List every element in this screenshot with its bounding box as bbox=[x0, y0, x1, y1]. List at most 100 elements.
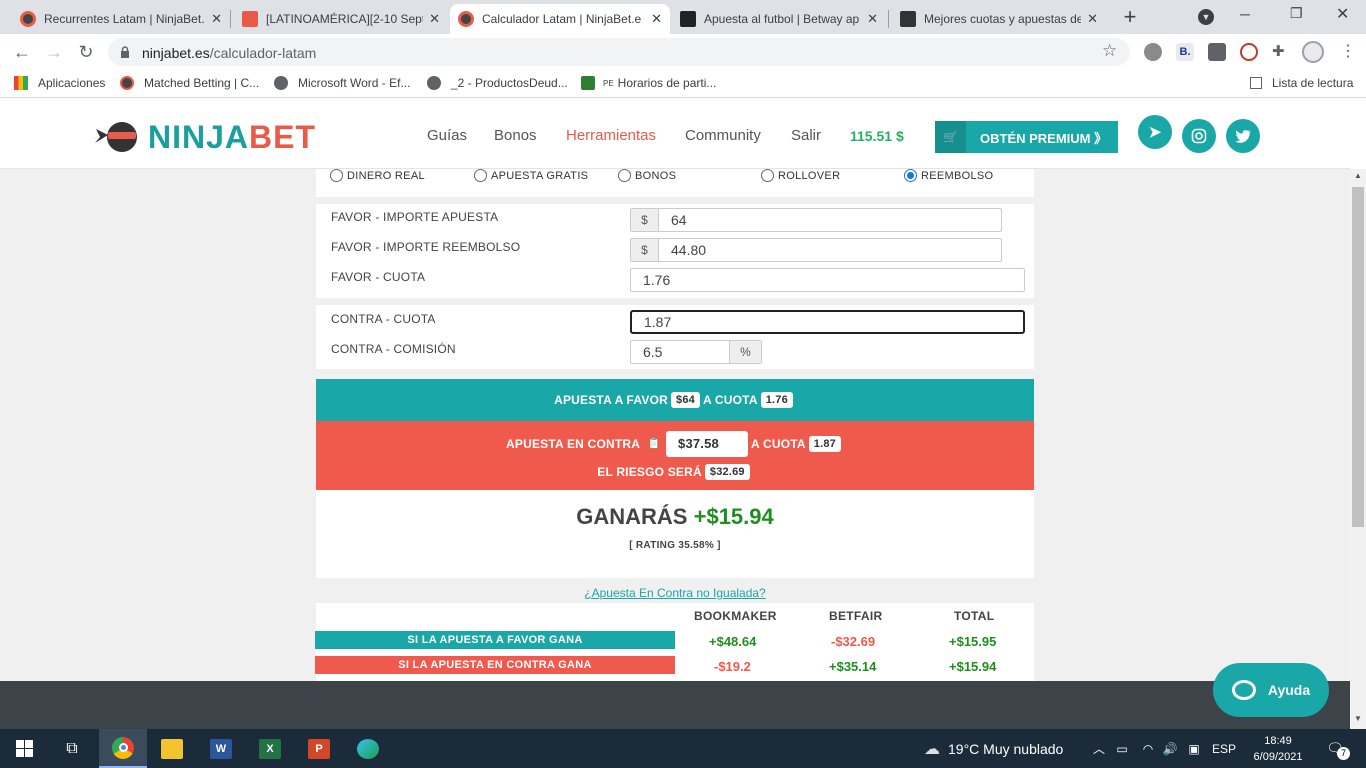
logo-bet: BET bbox=[249, 118, 317, 155]
reload-icon[interactable]: ↻ bbox=[74, 40, 98, 64]
taskbar-edge[interactable] bbox=[344, 729, 392, 768]
taskbar-explorer[interactable] bbox=[148, 729, 196, 768]
unmatched-bet-link[interactable]: ¿Apuesta En Contra no Igualada? bbox=[316, 586, 1034, 600]
mode-apuesta-gratis[interactable]: APUESTA GRATIS bbox=[474, 169, 588, 182]
back-arrow-icon[interactable]: ← bbox=[10, 40, 34, 64]
browser-tab-calculador[interactable]: Calculador Latam | NinjaBet.e ✕ bbox=[450, 4, 670, 34]
browser-tab-betway[interactable]: Apuesta al futbol | Betway ap ✕ bbox=[672, 4, 886, 34]
radio-button-selected[interactable] bbox=[904, 169, 917, 182]
reading-list-button[interactable]: Lista de lectura bbox=[1250, 76, 1353, 90]
mode-reembolso[interactable]: REEMBOLSO bbox=[904, 169, 993, 182]
taskbar-excel[interactable]: X bbox=[246, 729, 294, 768]
task-view-icon[interactable]: ⧉ bbox=[52, 729, 92, 768]
bookmark-apps[interactable]: Aplicaciones bbox=[14, 76, 105, 90]
language-indicator[interactable]: ESP bbox=[1210, 729, 1238, 768]
mode-dinero-real[interactable]: DINERO REAL bbox=[330, 169, 425, 182]
wifi-icon[interactable]: ◠ bbox=[1138, 729, 1158, 768]
radio-button[interactable] bbox=[474, 169, 487, 182]
taskbar-chrome[interactable] bbox=[99, 729, 147, 768]
instagram-icon[interactable] bbox=[1182, 119, 1216, 153]
scroll-up-icon[interactable]: ▲ bbox=[1354, 171, 1362, 180]
mode-rollover[interactable]: ROLLOVER bbox=[761, 169, 840, 182]
volume-icon[interactable]: 🔊 bbox=[1160, 729, 1180, 768]
display-icon[interactable]: ▣ bbox=[1184, 729, 1204, 768]
ninjabet-logo[interactable]: NINJABET bbox=[94, 117, 316, 157]
globe-icon bbox=[427, 76, 441, 90]
show-hidden-icons-icon[interactable]: ︿ bbox=[1090, 729, 1108, 768]
notifications-icon[interactable]: 🗨 7 bbox=[1320, 729, 1350, 768]
address-bar[interactable]: ninjabet.es/calculador-latam ☆ bbox=[108, 38, 1130, 66]
forward-arrow-icon[interactable]: → bbox=[42, 40, 66, 64]
contra-odds-label: CONTRA - CUOTA bbox=[331, 312, 436, 326]
nav-community[interactable]: Community bbox=[685, 127, 761, 144]
twitter-icon[interactable] bbox=[1226, 119, 1260, 153]
battery-icon[interactable]: ▭ bbox=[1112, 729, 1132, 768]
reading-list-icon bbox=[1250, 77, 1262, 89]
url-text: ninjabet.es/calculador-latam bbox=[142, 45, 316, 61]
extension-icon[interactable] bbox=[1208, 43, 1226, 61]
taskbar-word[interactable]: W bbox=[197, 729, 245, 768]
nav-bonos[interactable]: Bonos bbox=[494, 127, 537, 144]
minimize-window-icon[interactable]: ─ bbox=[1240, 6, 1250, 22]
nav-salir[interactable]: Salir bbox=[791, 127, 821, 144]
favor-stake-input[interactable]: $ 64 bbox=[630, 208, 1002, 232]
booking-extension-icon[interactable]: B. bbox=[1176, 43, 1194, 61]
get-premium-button[interactable]: 🛒 OBTÉN PREMIUM 》 bbox=[935, 121, 1118, 153]
nav-guias[interactable]: Guías bbox=[427, 127, 467, 144]
radio-button[interactable] bbox=[330, 169, 343, 182]
radio-button[interactable] bbox=[618, 169, 631, 182]
bookmark-word[interactable]: Microsoft Word - Ef... bbox=[274, 76, 410, 90]
calendar-favicon-icon bbox=[242, 11, 258, 27]
close-tab-icon[interactable]: ✕ bbox=[1087, 11, 1098, 27]
close-tab-icon[interactable]: ✕ bbox=[211, 11, 222, 27]
browser-tab-latinoamerica[interactable]: [LATINOAMÉRICA][2-10 Sept ✕ bbox=[234, 4, 448, 34]
bookmark-star-icon[interactable]: ☆ bbox=[1102, 41, 1117, 61]
radio-button[interactable] bbox=[761, 169, 774, 182]
taskbar-powerpoint[interactable]: P bbox=[295, 729, 343, 768]
help-chat-button[interactable]: Ayuda bbox=[1213, 663, 1329, 717]
windows-start-icon[interactable] bbox=[0, 729, 48, 768]
field-value: 1.76 bbox=[643, 272, 671, 288]
chrome-menu-icon[interactable]: ⋮ bbox=[1340, 41, 1356, 61]
row-contra-label: SI LA APUESTA EN CONTRA GANA bbox=[315, 656, 675, 674]
favor-refund-label: FAVOR - IMPORTE REEMBOLSO bbox=[331, 240, 521, 254]
chat-bubble-icon bbox=[1231, 680, 1256, 700]
scroll-down-icon[interactable]: ▼ bbox=[1354, 714, 1362, 723]
telegram-icon[interactable]: ➤ bbox=[1138, 115, 1172, 149]
tab-search-icon[interactable]: ▼ bbox=[1198, 9, 1214, 25]
favor-refund-input[interactable]: $ 44.80 bbox=[630, 238, 1002, 262]
contra-bet-amount[interactable]: $37.58 bbox=[666, 430, 749, 457]
mode-bonos[interactable]: BONOS bbox=[618, 169, 676, 182]
weather-text: 19°C Muy nublado bbox=[948, 740, 1064, 757]
profile-avatar-icon[interactable] bbox=[1302, 41, 1324, 63]
close-window-icon[interactable]: ✕ bbox=[1336, 4, 1349, 24]
contra-panel: CONTRA - CUOTA 1.87 CONTRA - COMISIÓN 6.… bbox=[316, 305, 1034, 369]
page-scrollbar[interactable]: ▲ ▼ bbox=[1350, 169, 1366, 729]
favor-odds-input[interactable]: 1.76 bbox=[630, 268, 1025, 292]
close-tab-icon[interactable]: ✕ bbox=[651, 11, 662, 27]
bookmark-matched-betting[interactable]: Matched Betting | C... bbox=[120, 76, 259, 90]
puzzle-extensions-icon[interactable]: ✚ bbox=[1272, 42, 1285, 60]
clock[interactable]: 18:49 6/09/2021 bbox=[1246, 729, 1310, 768]
edge-icon bbox=[357, 738, 379, 759]
url-host: ninjabet.es bbox=[142, 45, 210, 61]
browser-tab-cuotas[interactable]: Mejores cuotas y apuestas de ✕ bbox=[892, 4, 1106, 34]
cast-extension-icon[interactable] bbox=[1240, 43, 1258, 61]
weather-widget[interactable]: ☁ 19°C Muy nublado bbox=[924, 729, 1084, 768]
restore-window-icon[interactable]: ❐ bbox=[1290, 5, 1303, 22]
contra-odds-input[interactable]: 1.87 bbox=[630, 310, 1025, 334]
bookmark-productos[interactable]: _2 - ProductosDeud... bbox=[427, 76, 568, 90]
risk-text: EL RIESGO SERÁ bbox=[597, 464, 702, 479]
contra-commission-input[interactable]: 6.5 % bbox=[630, 340, 762, 364]
clipboard-icon[interactable]: 📋 bbox=[647, 437, 661, 450]
new-tab-button[interactable]: + bbox=[1118, 4, 1142, 30]
nav-herramientas[interactable]: Herramientas bbox=[566, 127, 656, 144]
excel-icon: X bbox=[259, 738, 281, 759]
close-tab-icon[interactable]: ✕ bbox=[429, 11, 440, 27]
close-tab-icon[interactable]: ✕ bbox=[867, 11, 878, 27]
calc-mode-panel: DINERO REAL APUESTA GRATIS BONOS ROLLOVE… bbox=[316, 169, 1034, 197]
skype-extension-icon[interactable] bbox=[1144, 43, 1162, 61]
browser-tab-recurrentes[interactable]: Recurrentes Latam | NinjaBet. ✕ bbox=[12, 4, 230, 34]
scrollbar-thumb[interactable] bbox=[1352, 187, 1364, 527]
bookmark-horarios[interactable]: PE Horarios de parti... bbox=[581, 76, 716, 90]
